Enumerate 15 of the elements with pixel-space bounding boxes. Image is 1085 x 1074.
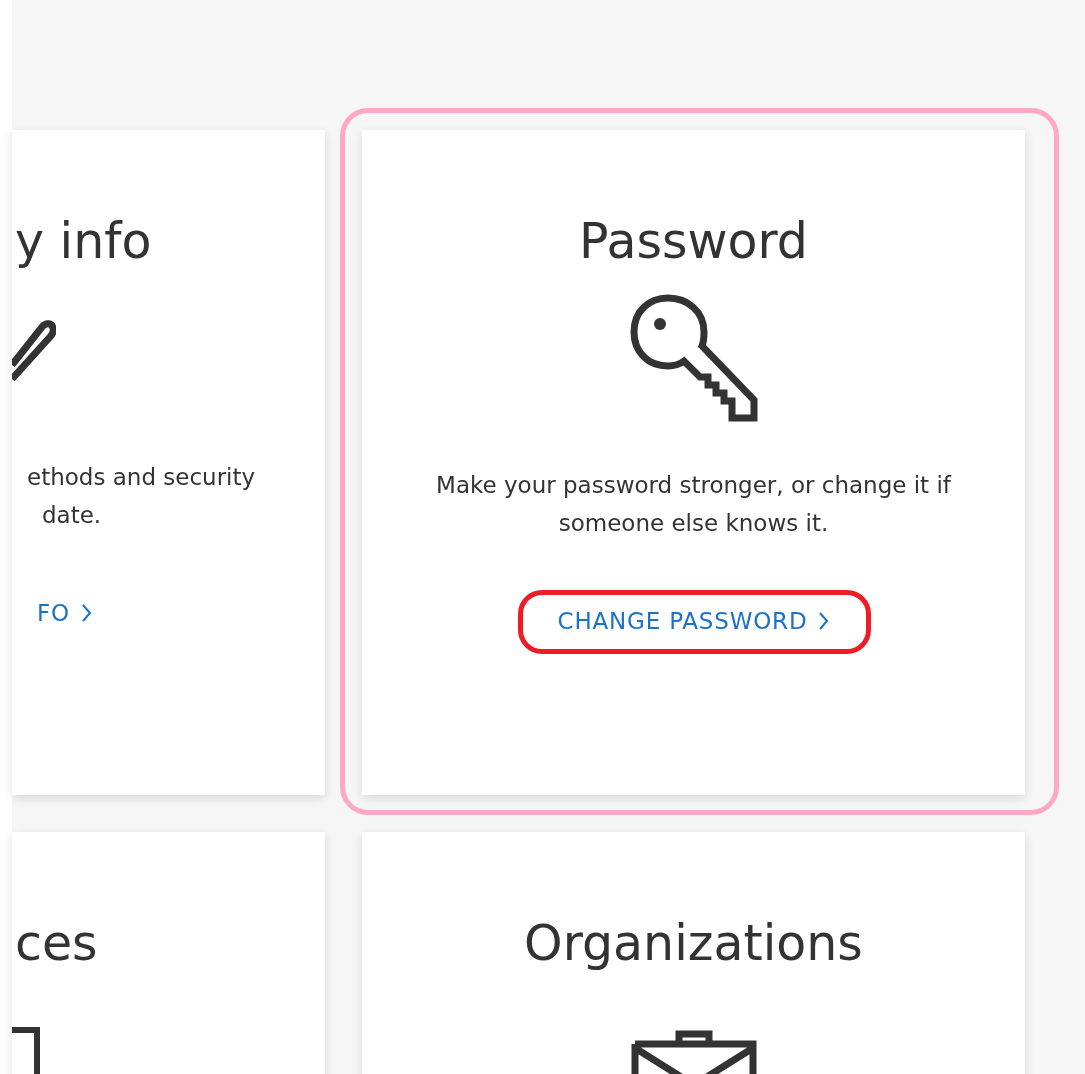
description-text: Make your password stronger, or change it if — [436, 471, 951, 500]
card-link[interactable]: CHANGE PASSWORD — [557, 608, 830, 634]
key-icon — [629, 294, 758, 422]
description-text: date. — [41, 501, 103, 530]
card-title: ces — [14, 914, 98, 974]
chevron-icon — [81, 604, 92, 622]
card-title: y info — [14, 212, 152, 272]
briefcase-icon — [630, 1030, 757, 1074]
card-link[interactable]: FO — [37, 600, 92, 626]
card-title: Organizations — [524, 914, 863, 974]
card-title: Password — [579, 212, 808, 272]
description-text: ethods and security — [27, 463, 256, 492]
description-text: someone else knows it. — [557, 509, 830, 538]
chevron-icon — [819, 612, 830, 630]
pencil-icon — [12, 319, 56, 381]
